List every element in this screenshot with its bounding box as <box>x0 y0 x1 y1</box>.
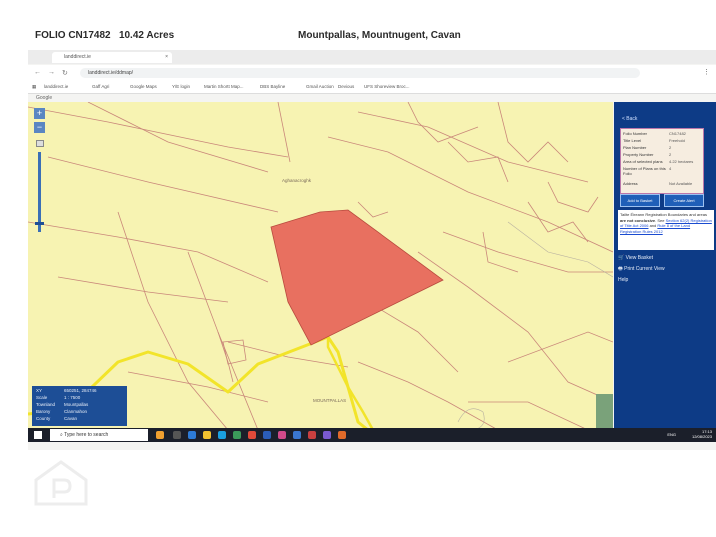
back-arrow-icon[interactable]: ← <box>34 69 41 76</box>
forward-arrow-icon[interactable]: → <box>48 69 55 76</box>
bookmark-item[interactable]: DBS Bayline <box>260 84 285 89</box>
add-to-basket-button[interactable]: Add to Basket <box>620 194 660 207</box>
map-canvas[interactable]: + − Aghanacroghk MOUNTPALLAS BALLYB <box>28 102 613 430</box>
bookmark-item[interactable]: Martin Shortt Map... <box>204 84 244 89</box>
bookmark-item[interactable]: Google Maps <box>130 84 157 89</box>
windows-start-icon[interactable] <box>34 431 42 439</box>
taskbar-app-icon[interactable] <box>218 431 226 439</box>
taskbar-app-icon[interactable] <box>278 431 286 439</box>
menu-dots-icon[interactable]: ⋮ <box>703 68 710 76</box>
bookmark-item[interactable]: Y/E login <box>172 84 190 89</box>
taskbar-app-icon[interactable] <box>263 431 271 439</box>
taskbar-app-icon[interactable] <box>203 431 211 439</box>
zoom-slider-knob[interactable] <box>35 222 44 225</box>
taskbar-app-icon[interactable] <box>293 431 301 439</box>
address-bar-row: ← → ↻ landdirect.ie/ddmap/ ⋮ <box>28 65 716 81</box>
location-heading: Mountpallas, Mountnugent, Cavan <box>298 30 461 41</box>
taskbar-clock[interactable]: 17:13 12/08/2023 <box>692 429 712 439</box>
taskbar-app-icon[interactable] <box>233 431 241 439</box>
zoom-in-button[interactable]: + <box>34 108 45 119</box>
close-tab-icon[interactable]: × <box>165 52 168 63</box>
help-link[interactable]: Help <box>618 277 628 283</box>
taskbar-app-icon[interactable] <box>248 431 256 439</box>
zoom-slider[interactable] <box>38 152 41 232</box>
apps-grid-icon[interactable]: ▦ <box>32 84 36 90</box>
browser-screenshot: landdirect.ie × ← → ↻ landdirect.ie/ddmap… <box>28 50 716 450</box>
create-alert-button[interactable]: Create Alert <box>664 194 704 207</box>
zoom-out-button[interactable]: − <box>34 122 45 133</box>
tab-bar: landdirect.ie × <box>28 50 716 64</box>
bookmarks-bar: ▦ landdirect.ie Gaff Agri Google Maps Y/… <box>28 81 716 94</box>
track-lines <box>457 221 613 430</box>
bookmark-item[interactable]: landdirect.ie <box>44 84 68 89</box>
folio-details-table: Folio Number CN17482 Title Level Freehold … <box>620 128 704 194</box>
print-view-link[interactable]: 🖶 Print Current View <box>618 266 665 274</box>
location-info-box: XY 650251, 284746 Scale 1 : 7500 Townland M… <box>32 386 127 426</box>
bookmark-item[interactable]: UFS Shoreview Broc... <box>364 84 410 89</box>
language-indicator[interactable]: ENG <box>667 432 676 437</box>
taskbar-app-icon[interactable] <box>323 431 331 439</box>
registration-note: Tailte Éireann Registration Boundaries a… <box>618 210 714 250</box>
bookmark-item[interactable]: Devious <box>338 84 354 89</box>
watermark-logo-icon <box>34 460 88 506</box>
url-field[interactable]: landdirect.ie/ddmap/ <box>80 68 640 78</box>
townland-label: MOUNTPALLAS <box>313 398 347 403</box>
google-label: Google <box>36 95 53 101</box>
tab-landdirect[interactable]: landdirect.ie × <box>52 52 172 63</box>
road-line <box>326 337 375 430</box>
folio-panel: < Back Folio Number CN17482 Title Level Fr… <box>614 102 716 437</box>
view-basket-link[interactable]: 🛒 View Basket <box>618 255 653 261</box>
taskbar-app-icon[interactable] <box>338 431 346 439</box>
back-link[interactable]: < Back <box>622 116 637 122</box>
taskbar-app-icon[interactable] <box>188 431 196 439</box>
folio-heading: FOLIO CN17482 10.42 Acres <box>35 30 175 41</box>
bookmark-item[interactable]: Gaff Agri <box>92 84 109 89</box>
green-corner <box>596 394 613 430</box>
selected-plot <box>270 209 444 346</box>
reload-icon[interactable]: ↻ <box>62 69 68 77</box>
windows-taskbar: ⌕ Type here to search ENG 17:13 12/08/202… <box>28 428 716 442</box>
taskbar-app-icon[interactable] <box>308 431 316 439</box>
taskbar-app-icon[interactable] <box>173 431 181 439</box>
townland-label: Aghanacroghk <box>282 178 312 183</box>
taskbar-search[interactable]: ⌕ Type here to search <box>50 429 148 441</box>
pan-control-icon[interactable] <box>36 140 44 147</box>
taskbar-app-icon[interactable] <box>156 431 164 439</box>
bookmark-item[interactable]: Gmail Auction <box>306 84 334 89</box>
